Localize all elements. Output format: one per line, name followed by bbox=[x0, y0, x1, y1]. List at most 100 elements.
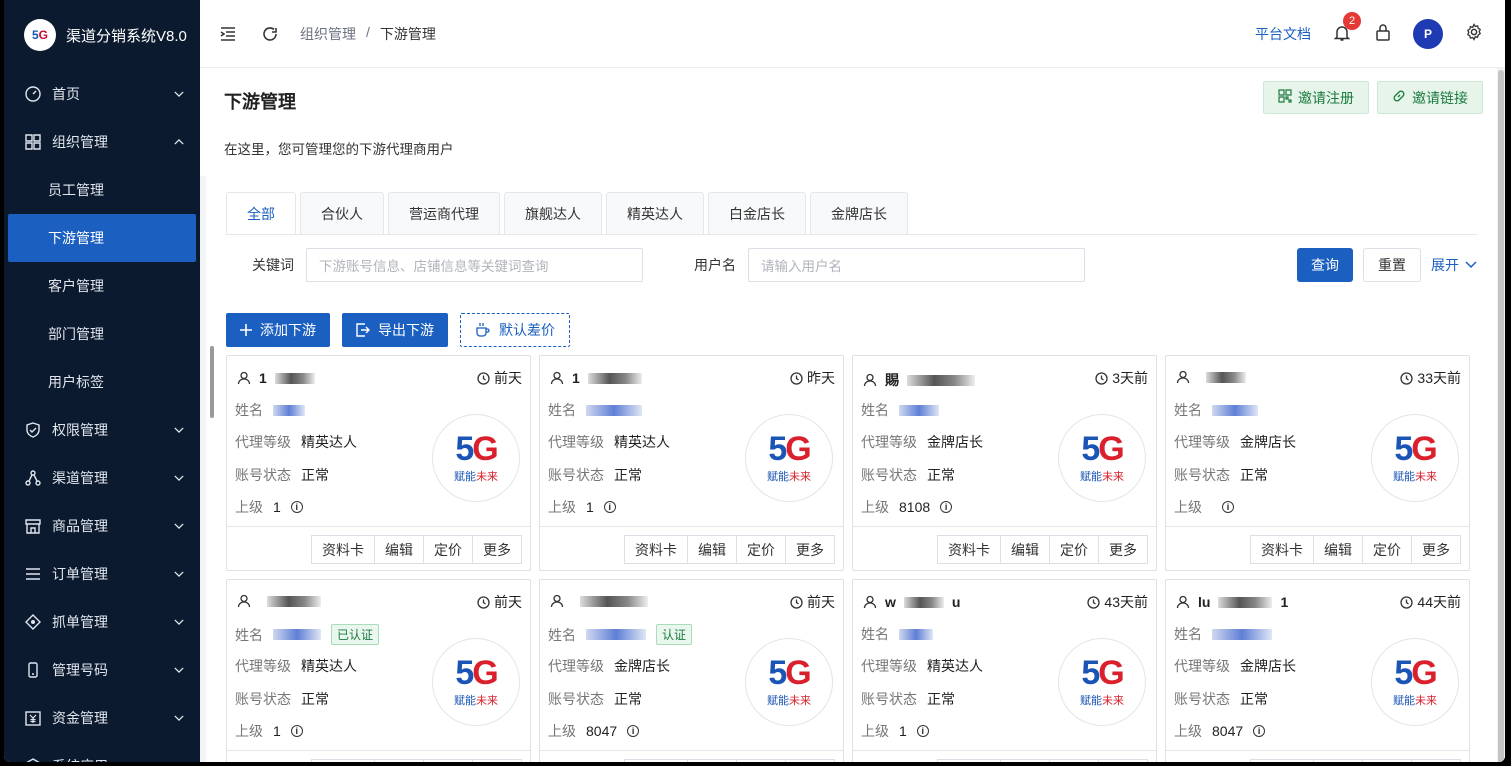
sidebar-item-6[interactable]: 用户标签 bbox=[4, 358, 200, 406]
edit-button[interactable]: 编辑 bbox=[687, 759, 737, 762]
sidebar-scrollbar[interactable] bbox=[210, 346, 214, 418]
profile-card-button[interactable]: 资料卡 bbox=[624, 759, 688, 762]
profile-card-button[interactable]: 资料卡 bbox=[937, 535, 1001, 564]
tab-3[interactable]: 旗舰达人 bbox=[504, 192, 602, 234]
more-button[interactable]: 更多 bbox=[472, 535, 522, 564]
clock-icon bbox=[1400, 371, 1414, 385]
status-value: 正常 bbox=[614, 691, 642, 707]
sidebar-item-3[interactable]: 下游管理 bbox=[8, 214, 196, 262]
profile-card-button[interactable]: 资料卡 bbox=[1250, 535, 1314, 564]
profile-card-button[interactable]: 资料卡 bbox=[1250, 759, 1314, 762]
downstream-card[interactable]: 33天前 姓名 代理等级 金牌店长 账号状态 正常 上级 i 5G 赋能未来 资料卡 编辑 定价 更多 bbox=[1165, 355, 1470, 571]
edit-button[interactable]: 编辑 bbox=[687, 535, 737, 564]
sidebar-item-1[interactable]: 组织管理 bbox=[4, 118, 200, 166]
reset-button[interactable]: 重置 bbox=[1363, 248, 1421, 282]
downstream-card[interactable]: 1 前天 姓名 代理等级 精英达人 账号状态 正常 上级 1 i 5G 赋能未来 资料卡 编辑 定价 更多 bbox=[226, 355, 531, 571]
main-content: 全部 合伙人 营运商代理 旗舰达人 精英达人 白金店长 金牌店长 关键词 下游账号信息、店铺… bbox=[200, 176, 1497, 762]
pricing-button[interactable]: 定价 bbox=[423, 759, 473, 762]
notification-bell-icon[interactable]: 2 bbox=[1333, 11, 1361, 44]
add-downstream-button[interactable]: 添加下游 bbox=[226, 313, 330, 347]
pricing-button[interactable]: 定价 bbox=[736, 759, 786, 762]
info-icon[interactable]: i bbox=[603, 501, 616, 513]
menu-fold-icon[interactable] bbox=[218, 24, 238, 44]
sidebar-item-14[interactable]: 系统应用 bbox=[4, 742, 200, 762]
downstream-card[interactable]: lu 1 44天前姓名代理等级金牌店长账号状态正常上级 8047 i 5G 赋能未来资料卡编… bbox=[1165, 579, 1470, 762]
query-button[interactable]: 查询 bbox=[1297, 248, 1353, 282]
profile-card-button[interactable]: 资料卡 bbox=[311, 535, 375, 564]
downstream-card[interactable]: 1 昨天 姓名 代理等级 精英达人 账号状态 正常 上级 1 i 5G 赋能未来 资料卡 编辑 定价 更多 bbox=[539, 355, 844, 571]
info-icon[interactable]: i bbox=[916, 725, 929, 737]
sidebar-item-10[interactable]: 订单管理 bbox=[4, 550, 200, 598]
more-button[interactable]: 更多 bbox=[472, 759, 522, 762]
sidebar-item-5[interactable]: 部门管理 bbox=[4, 310, 200, 358]
sidebar-item-2[interactable]: 员工管理 bbox=[4, 166, 200, 214]
profile-card-button[interactable]: 资料卡 bbox=[937, 759, 1001, 762]
invite-register-button[interactable]: 邀请注册 bbox=[1263, 81, 1369, 114]
user-avatar[interactable]: P bbox=[1413, 18, 1443, 49]
sidebar-item-9[interactable]: 商品管理 bbox=[4, 502, 200, 550]
keyword-input[interactable]: 下游账号信息、店铺信息等关键词查询 bbox=[306, 248, 643, 282]
sidebar-item-8[interactable]: 渠道管理 bbox=[4, 454, 200, 502]
edit-button[interactable]: 编辑 bbox=[374, 759, 424, 762]
refresh-icon[interactable] bbox=[260, 24, 280, 44]
edit-button[interactable]: 编辑 bbox=[1313, 759, 1363, 762]
edit-button[interactable]: 编辑 bbox=[1000, 759, 1050, 762]
pricing-button[interactable]: 定价 bbox=[1049, 759, 1099, 762]
pricing-button[interactable]: 定价 bbox=[1362, 535, 1412, 564]
downstream-card[interactable]: wu43天前姓名代理等级精英达人账号状态正常上级1i5G赋能未来资料卡编辑定价更… bbox=[852, 579, 1157, 762]
info-icon[interactable]: i bbox=[1222, 501, 1234, 513]
downstream-card[interactable]: 前天姓名 认证代理等级金牌店长账号状态正常上级 8047 i 5G 赋能未来资料卡编辑定价… bbox=[539, 579, 844, 762]
scrollbar-thumb[interactable] bbox=[1498, 70, 1504, 762]
tab-0[interactable]: 全部 bbox=[226, 192, 296, 234]
lock-icon[interactable] bbox=[1375, 23, 1391, 44]
info-icon[interactable]: i bbox=[1253, 725, 1266, 737]
info-icon[interactable]: i bbox=[290, 725, 303, 737]
profile-card-button[interactable]: 资料卡 bbox=[624, 535, 688, 564]
more-button[interactable]: 更多 bbox=[1411, 535, 1461, 564]
more-button[interactable]: 更多 bbox=[785, 759, 835, 762]
profile-card-button[interactable]: 资料卡 bbox=[311, 759, 375, 762]
tab-5[interactable]: 白金店长 bbox=[708, 192, 806, 234]
user-icon bbox=[237, 371, 251, 385]
pricing-button[interactable]: 定价 bbox=[1049, 535, 1099, 564]
edit-button[interactable]: 编辑 bbox=[374, 535, 424, 564]
invite-link-label: 邀请链接 bbox=[1412, 89, 1468, 106]
edit-button[interactable]: 编辑 bbox=[1313, 535, 1363, 564]
export-downstream-button[interactable]: 导出下游 bbox=[342, 313, 448, 347]
pricing-button[interactable]: 定价 bbox=[423, 535, 473, 564]
sidebar-item-11[interactable]: 抓单管理 bbox=[4, 598, 200, 646]
downstream-card[interactable]: 賜 3天前 姓名 代理等级 金牌店长 账号状态 正常 上级 8108 i 5G 赋能未来 资料卡 编辑 定价… bbox=[852, 355, 1157, 571]
edit-button[interactable]: 编辑 bbox=[1000, 535, 1050, 564]
pricing-button[interactable]: 定价 bbox=[1362, 759, 1412, 762]
tab-6[interactable]: 金牌店长 bbox=[810, 192, 908, 234]
sidebar-header: 5G 渠道分销系统V8.0 bbox=[4, 0, 200, 70]
tab-4[interactable]: 精英达人 bbox=[606, 192, 704, 234]
more-button[interactable]: 更多 bbox=[785, 535, 835, 564]
more-button[interactable]: 更多 bbox=[1411, 759, 1461, 762]
default-diff-button[interactable]: 默认差价 bbox=[460, 313, 570, 347]
tab-1[interactable]: 合伙人 bbox=[300, 192, 384, 234]
invite-link-button[interactable]: 邀请链接 bbox=[1377, 81, 1483, 114]
settings-gear-icon[interactable] bbox=[1465, 23, 1483, 44]
more-button[interactable]: 更多 bbox=[1098, 535, 1148, 564]
pricing-button[interactable]: 定价 bbox=[736, 535, 786, 564]
username-input[interactable]: 请输入用户名 bbox=[748, 248, 1085, 282]
sidebar-item-12[interactable]: 管理号码 bbox=[4, 646, 200, 694]
tab-2[interactable]: 营运商代理 bbox=[388, 192, 500, 234]
more-button[interactable]: 更多 bbox=[1098, 759, 1148, 762]
info-icon[interactable]: i bbox=[627, 725, 640, 737]
sidebar-item-7[interactable]: 权限管理 bbox=[4, 406, 200, 454]
platform-docs-link[interactable]: 平台文档 bbox=[1255, 24, 1311, 44]
expand-toggle[interactable]: 展开 bbox=[1431, 255, 1477, 275]
page-scrollbar[interactable] bbox=[1497, 68, 1505, 762]
sidebar-item-0[interactable]: 首页 bbox=[4, 70, 200, 118]
sidebar-item-13[interactable]: 资金管理 bbox=[4, 694, 200, 742]
name-key: 姓名 bbox=[1174, 402, 1202, 418]
downstream-card[interactable]: 前天姓名 已认证代理等级精英达人账号状态正常上级 1i 5G 赋能未来资料卡编辑定价更多 bbox=[226, 579, 531, 762]
logo-g: G bbox=[472, 430, 498, 468]
sidebar-item-4[interactable]: 客户管理 bbox=[4, 262, 200, 310]
info-icon[interactable]: i bbox=[940, 501, 953, 513]
breadcrumb-parent[interactable]: 组织管理 bbox=[300, 24, 356, 44]
card-footer: 资料卡编辑定价更多 bbox=[1166, 750, 1469, 762]
info-icon[interactable]: i bbox=[290, 501, 303, 513]
